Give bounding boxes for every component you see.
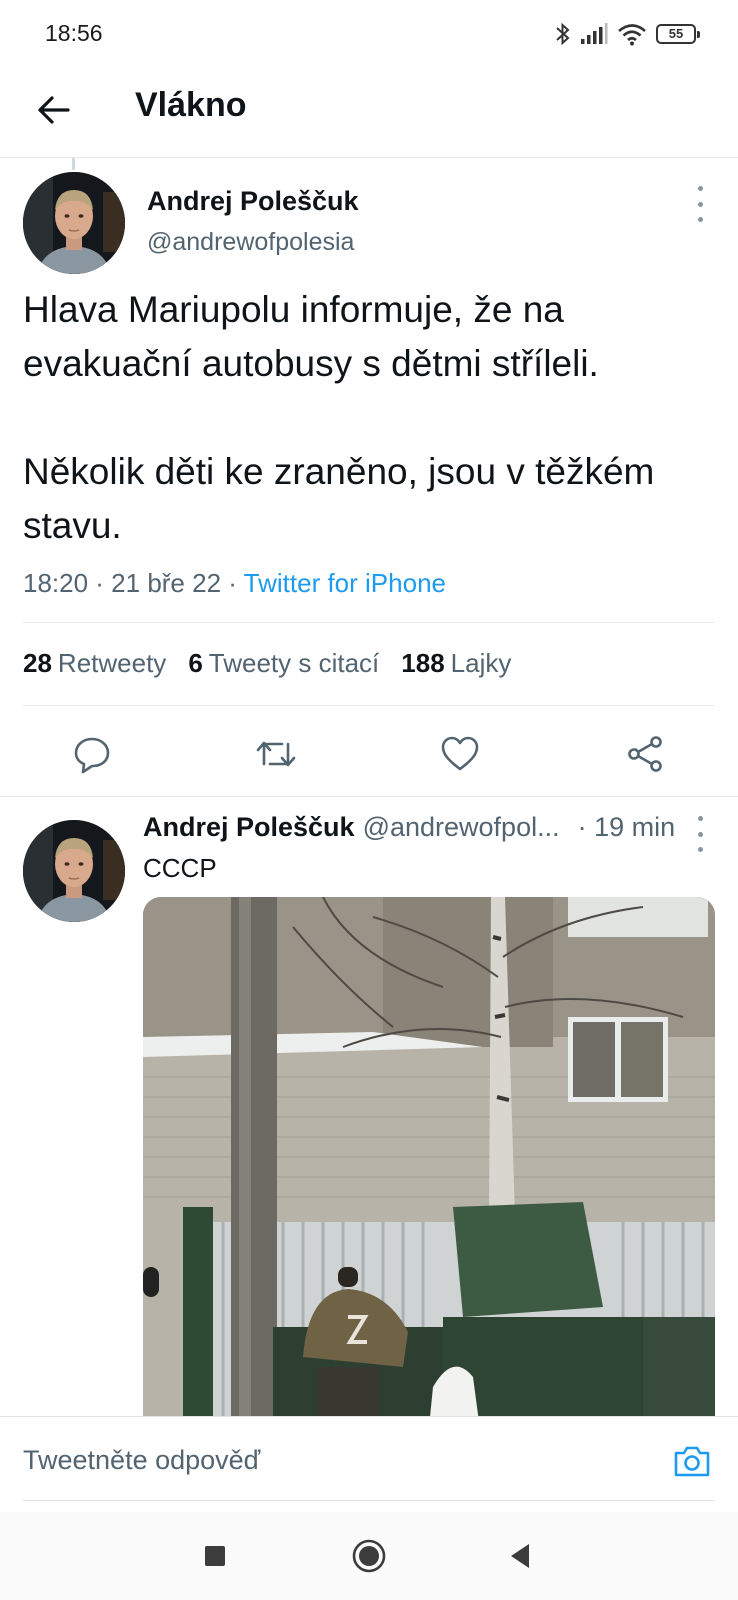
like-icon [441,736,479,771]
like-button[interactable] [436,730,484,778]
share-icon [628,736,662,772]
signal-icon [580,23,608,45]
camera-button[interactable] [670,1439,714,1483]
reply-icon [74,737,110,774]
tweet-meta: 18:20 · 21 bře 22 · Twitter for iPhone [23,568,446,599]
reply-button[interactable] [68,730,116,778]
reply-text: СССР [143,853,217,883]
wifi-icon [617,22,647,46]
reply-author-name[interactable]: Andrej Poleščuk [143,812,355,843]
system-back-button[interactable] [498,1534,542,1578]
divider [23,622,715,623]
home-icon [352,1539,386,1573]
avatar[interactable] [23,172,125,274]
thread-connector-line [72,158,75,170]
likes-stat[interactable]: 188 Lajky [401,648,511,679]
share-button[interactable] [621,730,669,778]
tweet-actions [0,710,738,798]
page-title: Vlákno [135,86,247,124]
reply-composer-bar: Tweetněte odpověď [0,1416,738,1512]
status-bar: 18:56 55 [0,0,738,68]
tweet-text: Hlava Mariupolu informuje, že na evakuač… [23,283,723,553]
divider [0,796,738,797]
retweet-icon [256,741,296,767]
retweets-stat[interactable]: 28 Retweety [23,648,166,679]
reply-avatar[interactable] [23,820,125,922]
author-name[interactable]: Andrej Poleščuk [147,186,359,217]
thread-screen: 18:56 55 Vlákno Andrej Poleščuk @andrewo… [0,0,738,1600]
back-button[interactable] [32,88,76,132]
camera-icon [674,1446,710,1477]
top-app-bar: Vlákno [0,68,738,158]
reply-input[interactable]: Tweetněte odpověď [23,1445,260,1476]
tweet-timestamp: 18:20 · 21 bře 22 · [23,568,244,598]
arrow-left-icon [38,96,70,124]
battery-icon: 55 [656,24,700,44]
system-nav-bar [0,1512,738,1600]
tweet-source-link[interactable]: Twitter for iPhone [244,568,446,598]
more-options-icon[interactable] [688,186,712,222]
tweet-stats: 28 Retweety 6 Tweety s citací 188 Lajky [23,648,511,679]
tweet-paragraph: Několik děti ke zraněno, jsou v těžkém s… [23,451,655,546]
author-handle[interactable]: @andrewofpolesia [147,228,354,257]
recent-apps-button[interactable] [193,1534,237,1578]
reply-time: · 19 min [577,812,676,842]
retweet-button[interactable] [252,730,300,778]
home-button[interactable] [347,1534,391,1578]
reply-header: Andrej Poleščuk @andrewofpol... · 19 min [143,812,703,843]
recent-apps-icon [205,1546,225,1566]
tweet-photo[interactable] [143,897,715,1437]
status-icons: 55 [555,20,700,48]
divider [23,705,715,706]
reply-more-options-icon[interactable] [688,816,712,852]
back-triangle-icon [511,1544,529,1568]
status-time: 18:56 [45,20,103,46]
quotes-stat[interactable]: 6 Tweety s citací [188,648,379,679]
reply-underline [23,1500,715,1501]
bluetooth-icon [555,21,571,47]
tweet-paragraph: Hlava Mariupolu informuje, že na evakuač… [23,289,599,384]
reply-author-handle[interactable]: @andrewofpol... [363,812,560,843]
